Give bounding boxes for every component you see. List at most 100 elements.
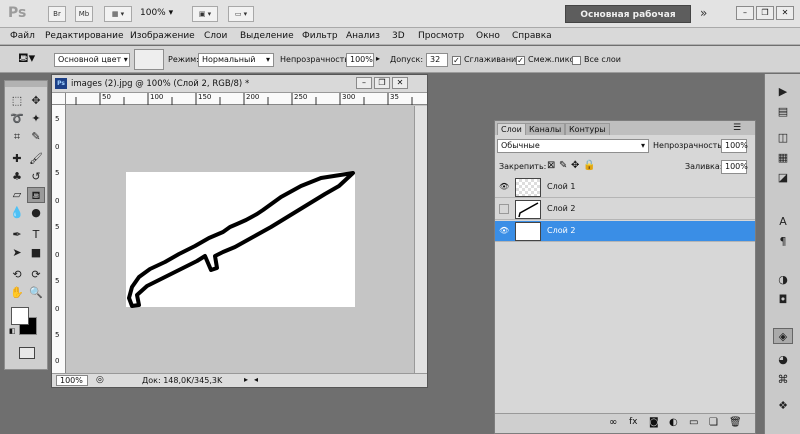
view-extras-button[interactable]: ▦ ▾	[104, 6, 132, 22]
lock-all-icon[interactable]: 🔒	[583, 160, 595, 171]
layer-style-icon[interactable]: fx	[629, 417, 638, 427]
eraser-tool-icon[interactable]: ▱	[8, 187, 26, 203]
color-panel-icon[interactable]: ◫	[773, 130, 793, 146]
3d-orbit-tool-icon[interactable]: ⟳	[27, 267, 45, 283]
eyedropper-tool-icon[interactable]: ✎	[27, 129, 45, 145]
history-panel-icon[interactable]: ▶	[773, 84, 793, 100]
close-button[interactable]: ✕	[776, 6, 794, 20]
menu-filter[interactable]: Фильтр	[302, 31, 338, 41]
menu-image[interactable]: Изображение	[130, 31, 195, 41]
blur-tool-icon[interactable]: 💧	[8, 205, 26, 221]
doc-close-button[interactable]: ✕	[392, 77, 408, 89]
menu-view[interactable]: Просмотр	[418, 31, 464, 41]
actions-panel-icon[interactable]: ▤	[773, 104, 793, 120]
hand-tool-icon[interactable]: ✋	[8, 285, 26, 301]
vertical-ruler[interactable]: 5 0 5 0 5 0 5 0 5 0	[52, 105, 66, 373]
mode-select[interactable]: Нормальный ▾	[198, 53, 274, 67]
menu-edit[interactable]: Редактирование	[45, 31, 124, 41]
mini-bridge-button[interactable]: Mb	[75, 6, 93, 22]
adjustment-layer-icon[interactable]: ◐	[669, 417, 678, 428]
channels-panel-icon[interactable]: ◕	[773, 352, 793, 368]
more-workspaces-icon[interactable]: »	[700, 6, 707, 20]
trash-icon[interactable]: 🗑	[729, 417, 742, 428]
layer-name[interactable]: Слой 2	[547, 204, 575, 213]
foreground-color-swatch[interactable]	[11, 307, 29, 325]
blend-mode-select[interactable]: Обычные ▾	[497, 139, 649, 153]
lock-transparent-icon[interactable]: ⊠	[547, 160, 555, 171]
panel-menu-icon[interactable]: ☰	[733, 123, 741, 133]
dodge-tool-icon[interactable]: ●	[27, 205, 45, 221]
arrange-documents-button[interactable]: ▣ ▾	[192, 6, 218, 22]
layer-opacity-input[interactable]: 100%	[721, 139, 748, 153]
doc-minimize-button[interactable]: –	[356, 77, 372, 89]
masks-panel-icon[interactable]: ◘	[773, 292, 793, 308]
paths-panel-icon[interactable]: ⌘	[773, 372, 793, 388]
antialias-checkbox[interactable]: ✓	[452, 56, 461, 65]
fill-input[interactable]: 100%	[721, 160, 748, 174]
tab-channels[interactable]: Каналы	[525, 123, 566, 135]
layers-panel-icon[interactable]: ◈	[773, 328, 793, 344]
pattern-picker[interactable]	[134, 49, 164, 70]
lasso-tool-icon[interactable]: ➰	[8, 111, 26, 127]
move-tool-icon[interactable]: ✥	[27, 93, 45, 109]
tolerance-input[interactable]: 32	[426, 53, 448, 67]
paint-bucket-tool-icon[interactable]: ⛾	[27, 187, 45, 203]
vertical-scrollbar[interactable]	[414, 106, 427, 373]
layer-mask-icon[interactable]: ◙	[649, 417, 659, 428]
bridge-button[interactable]: Br	[48, 6, 66, 22]
new-group-icon[interactable]: ▭	[689, 417, 698, 428]
doc-restore-button[interactable]: ❐	[374, 77, 390, 89]
clone-stamp-tool-icon[interactable]: ♣	[8, 169, 26, 185]
layer-name[interactable]: Слой 2	[547, 226, 575, 235]
new-layer-icon[interactable]: ❏	[709, 417, 718, 428]
layer-row-selected[interactable]: 👁 Слой 2	[495, 221, 755, 242]
horizontal-ruler[interactable]: 50 100 150 200 250 300 35	[66, 93, 427, 105]
zoom-level-select[interactable]: 100% ▾	[140, 8, 173, 18]
healing-brush-tool-icon[interactable]: ✚	[8, 151, 26, 167]
ruler-origin[interactable]	[52, 93, 66, 105]
adjustments-panel-icon[interactable]: ◑	[773, 272, 793, 288]
type-tool-icon[interactable]: T	[27, 227, 45, 243]
opacity-input[interactable]: 100%	[346, 53, 374, 67]
paint-bucket-icon[interactable]: ⛾▾	[18, 51, 35, 68]
menu-help[interactable]: Справка	[512, 31, 552, 41]
layer-row[interactable]: 👁 Слой 1	[495, 177, 755, 198]
menu-select[interactable]: Выделение	[240, 31, 294, 41]
marquee-tool-icon[interactable]: ⬚	[8, 93, 26, 109]
history-brush-tool-icon[interactable]: ↺	[27, 169, 45, 185]
eye-icon[interactable]	[499, 204, 509, 214]
minimize-button[interactable]: –	[736, 6, 754, 20]
tab-layers[interactable]: Слои	[497, 123, 526, 135]
swatches-panel-icon[interactable]: ▦	[773, 150, 793, 166]
status-arrow-icon[interactable]: ▸	[244, 375, 248, 384]
lock-position-icon[interactable]: ✥	[571, 160, 579, 171]
paragraph-panel-icon[interactable]: ¶	[773, 234, 793, 250]
document-tab[interactable]: Ps images (2).jpg @ 100% (Слой 2, RGB/8)…	[52, 75, 427, 93]
layer-name[interactable]: Слой 1	[547, 182, 575, 191]
scroll-left-icon[interactable]: ◂	[254, 375, 258, 384]
lock-pixels-icon[interactable]: ✎	[559, 160, 567, 171]
canvas-area[interactable]	[67, 106, 417, 373]
character-panel-icon[interactable]: A	[773, 214, 793, 230]
quick-mask-icon[interactable]	[19, 347, 35, 359]
opacity-slider-icon[interactable]: ▸	[376, 54, 380, 63]
pen-tool-icon[interactable]: ✒	[8, 227, 26, 243]
3d-panel-icon[interactable]: ❖	[773, 398, 793, 414]
menu-analysis[interactable]: Анализ	[346, 31, 380, 41]
screen-mode-button[interactable]: ▭ ▾	[228, 6, 254, 22]
menu-layers[interactable]: Слои	[204, 31, 227, 41]
workspace-switcher-button[interactable]: Основная рабочая среда	[565, 5, 691, 38]
magic-wand-tool-icon[interactable]: ✦	[27, 111, 45, 127]
restore-button[interactable]: ❐	[756, 6, 774, 20]
menu-window[interactable]: Окно	[476, 31, 500, 41]
tab-paths[interactable]: Контуры	[565, 123, 610, 135]
layer-row[interactable]: Слой 2	[495, 199, 755, 220]
status-menu-icon[interactable]: ◎	[96, 375, 104, 385]
status-zoom-field[interactable]: 100%	[56, 375, 88, 386]
menu-file[interactable]: Файл	[10, 31, 35, 41]
contiguous-checkbox[interactable]: ✓	[516, 56, 525, 65]
path-selection-tool-icon[interactable]: ➤	[8, 245, 26, 261]
link-layers-icon[interactable]: ∞	[609, 417, 617, 428]
brush-tool-icon[interactable]: 🖌	[27, 151, 45, 167]
shape-tool-icon[interactable]: ■	[27, 245, 45, 261]
